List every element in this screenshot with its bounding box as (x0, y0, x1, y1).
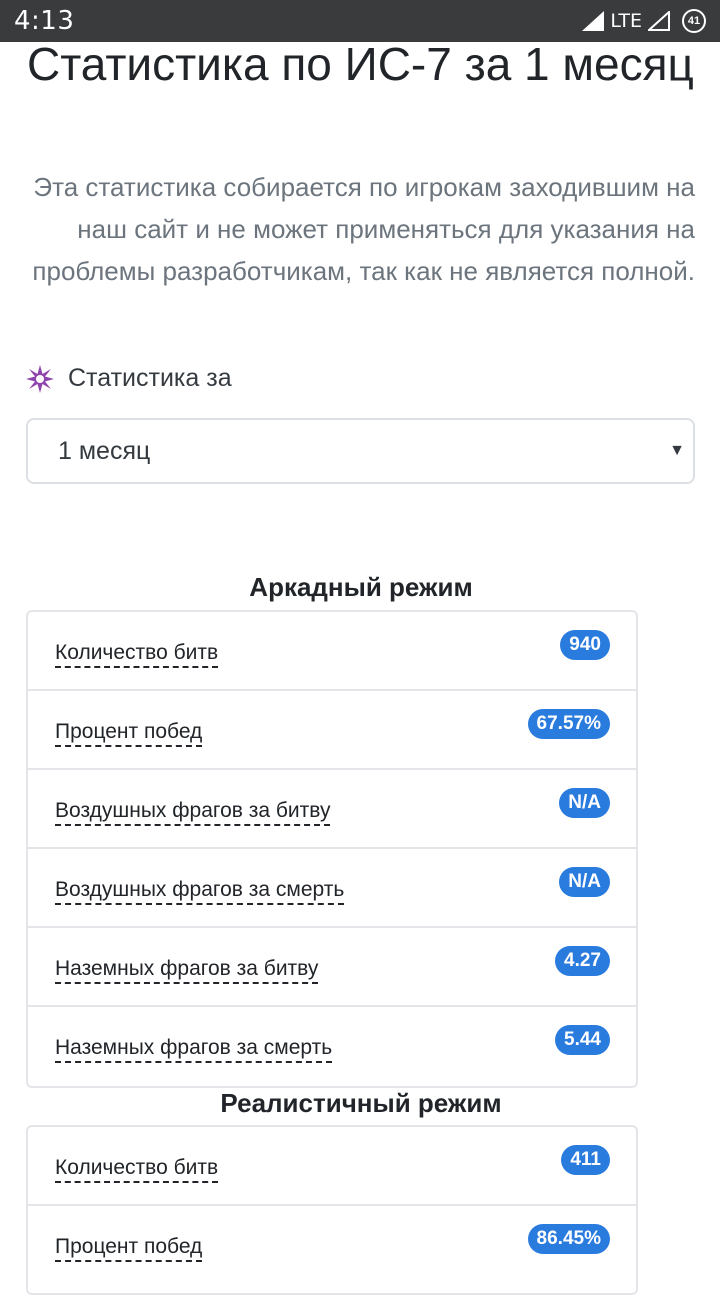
stat-label[interactable]: Процент побед (55, 1234, 203, 1262)
table-row: Воздушных фрагов за смерть N/A (28, 849, 636, 928)
stat-label[interactable]: Количество битв (55, 1155, 219, 1183)
stat-badge: 67.57% (527, 709, 610, 739)
stat-badge: N/A (559, 788, 610, 818)
status-time: 4:13 (14, 6, 75, 36)
signal-outline-icon (648, 11, 670, 31)
arcade-stats-card: Количество битв 940 Процент побед 67.57%… (26, 610, 638, 1088)
arcade-section-title: Аркадный режим (249, 572, 473, 602)
stat-badge: N/A (559, 867, 610, 897)
stat-badge: 940 (560, 630, 610, 660)
table-row: Количество битв 411 (28, 1127, 636, 1206)
chevron-down-icon: ▼ (669, 442, 685, 459)
period-label: Статистика за (26, 364, 232, 393)
realistic-section-title: Реалистичный режим (220, 1088, 502, 1118)
page-title: Статистика по ИС-7 за 1 месяц (27, 38, 694, 90)
table-row: Процент побед 86.45% (28, 1206, 636, 1285)
page-description: Эта статистика собирается по игрокам зах… (32, 172, 695, 286)
stat-badge: 411 (561, 1145, 610, 1175)
table-row: Количество битв 940 (28, 612, 636, 691)
stat-label[interactable]: Воздушных фрагов за смерть (55, 877, 345, 905)
stat-label[interactable]: Наземных фрагов за битву (55, 956, 319, 984)
stat-label[interactable]: Количество битв (55, 640, 219, 668)
table-row: Воздушных фрагов за битву N/A (28, 770, 636, 849)
table-row: Процент побед 67.57% (28, 691, 636, 770)
stat-label[interactable]: Воздушных фрагов за битву (55, 798, 331, 826)
network-type: LTE (610, 10, 642, 32)
table-row: Наземных фрагов за битву 4.27 (28, 928, 636, 1007)
stat-badge: 5.44 (555, 1025, 610, 1055)
stat-badge: 4.27 (555, 946, 610, 976)
period-label-text: Статистика за (68, 364, 232, 392)
stat-label[interactable]: Наземных фрагов за смерть (55, 1035, 333, 1063)
stat-label[interactable]: Процент побед (55, 719, 203, 747)
signal-icon (582, 11, 605, 31)
status-bar: 4:13 LTE 41 (0, 0, 720, 42)
period-select[interactable]: 1 месяц ▼ (26, 418, 695, 484)
purple-star-icon (26, 364, 54, 393)
table-row: Наземных фрагов за смерть 5.44 (28, 1007, 636, 1086)
period-select-value: 1 месяц (58, 436, 151, 465)
realistic-stats-card: Количество битв 411 Процент побед 86.45% (26, 1125, 638, 1295)
stat-badge: 86.45% (527, 1224, 610, 1254)
battery-icon: 41 (682, 9, 706, 33)
status-icons: LTE 41 (582, 9, 706, 33)
